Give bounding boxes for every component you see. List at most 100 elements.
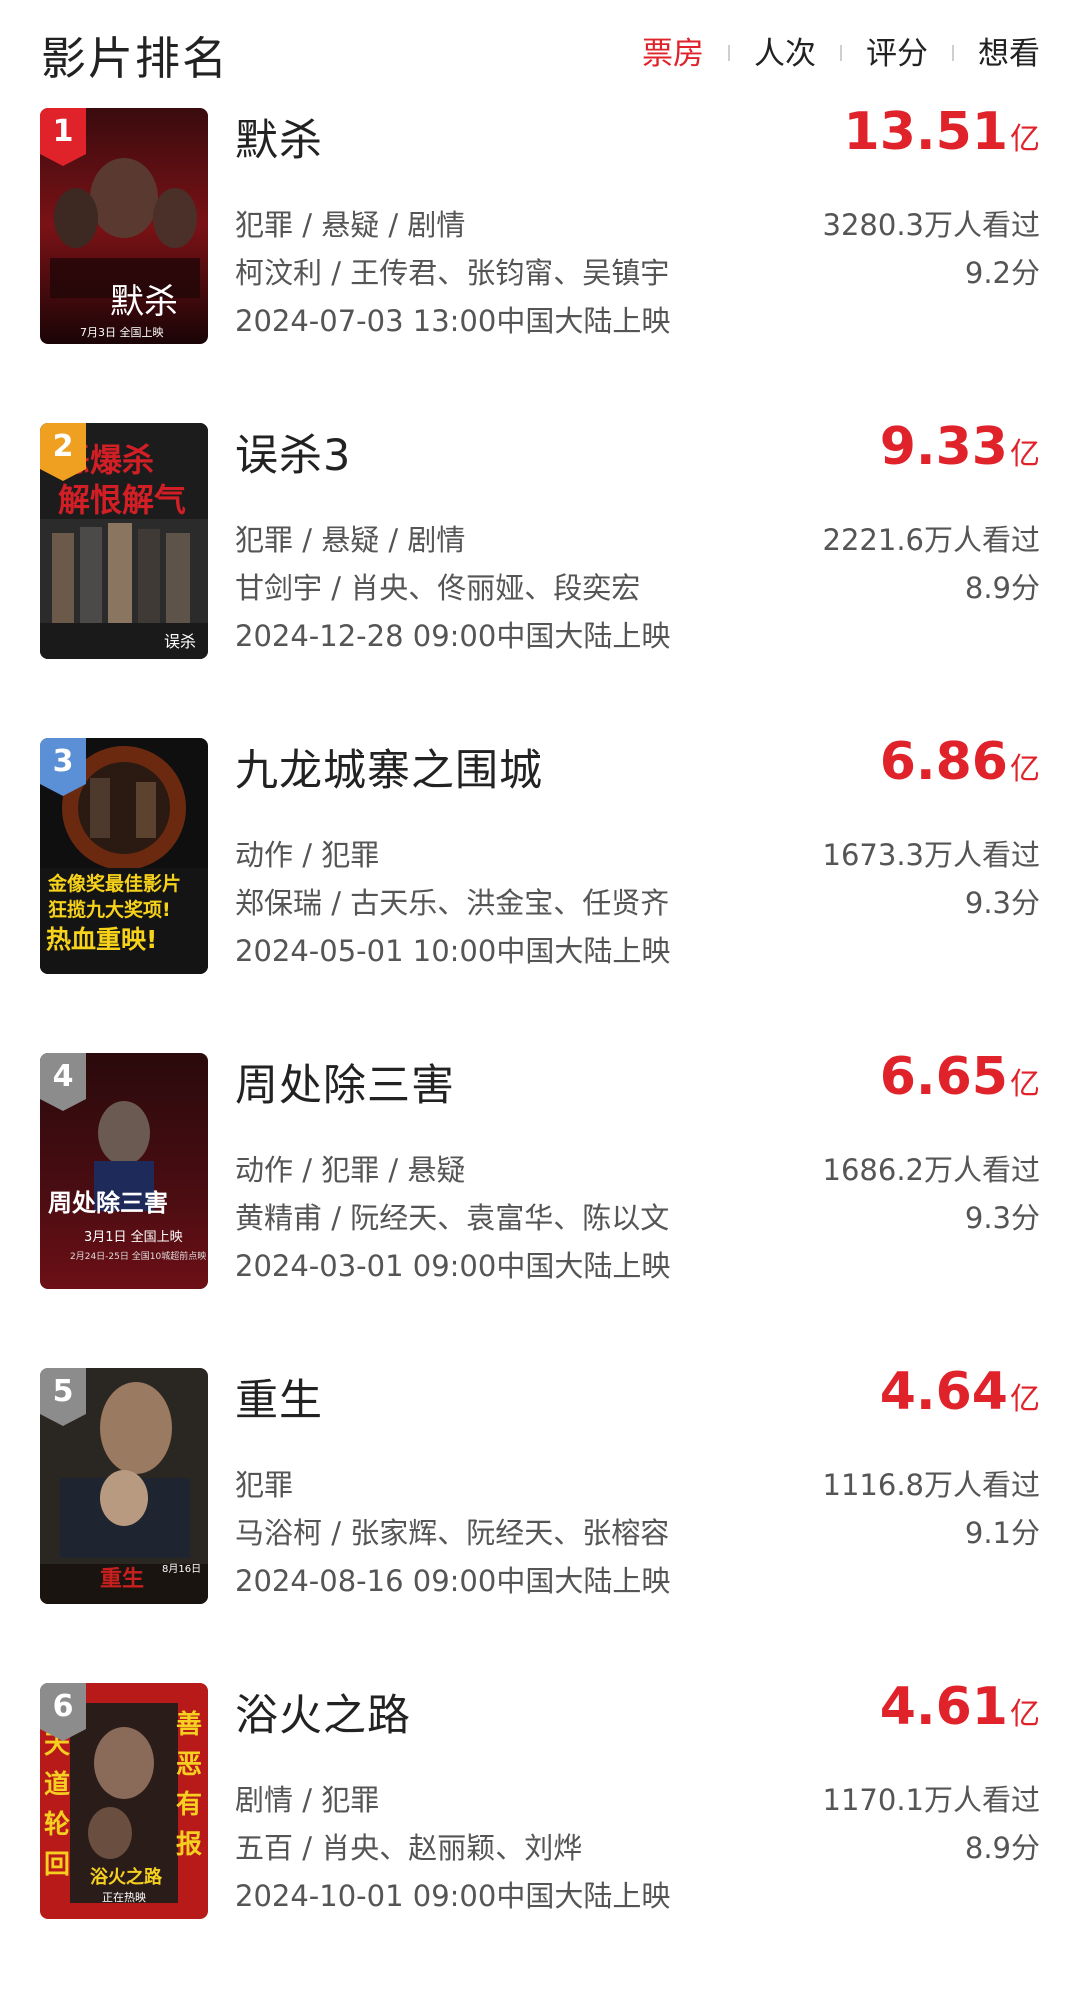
movie-people: 柯汶利 / 王传君、张钧甯、吴镇宇 bbox=[235, 256, 670, 290]
movie-title[interactable]: 周处除三害 bbox=[235, 1051, 455, 1113]
movie-people: 甘剑宇 / 肖央、佟丽娅、段奕宏 bbox=[235, 571, 641, 605]
movie-score: 8.9分 bbox=[964, 1831, 1040, 1865]
movie-release: 2024-07-03 13:00中国大陆上映 bbox=[235, 304, 671, 338]
box-office-unit: 亿 bbox=[1010, 752, 1040, 787]
sort-tabs: 票房 人次 评分 想看 bbox=[642, 28, 1040, 73]
box-office: 4.61 亿 bbox=[880, 1677, 1040, 1737]
movie-people: 马浴柯 / 张家辉、阮经天、张榕容 bbox=[235, 1516, 670, 1550]
tab-want-to-see[interactable]: 想看 bbox=[978, 28, 1040, 73]
page-title: 影片排名 bbox=[41, 32, 230, 85]
svg-text:有: 有 bbox=[176, 1790, 202, 1820]
movie-viewers: 1116.8万人看过 bbox=[822, 1468, 1040, 1502]
svg-text:周处除三害: 周处除三害 bbox=[48, 1188, 168, 1217]
rank-number: 6 bbox=[52, 1689, 74, 1724]
svg-text:解恨解气: 解恨解气 bbox=[58, 481, 186, 519]
rank-number: 4 bbox=[52, 1059, 74, 1094]
box-office-unit: 亿 bbox=[1010, 122, 1040, 157]
movie-people: 五百 / 肖央、赵丽颖、刘烨 bbox=[235, 1831, 583, 1865]
movie-genres: 犯罪 / 悬疑 / 剧情 bbox=[235, 523, 466, 557]
movie-poster[interactable]: 周处除三害 3月1日 全国上映 2月24日-25日 全国10城超前点映 4 bbox=[40, 1053, 208, 1289]
movie-viewers: 1170.1万人看过 bbox=[822, 1783, 1040, 1817]
svg-text:善: 善 bbox=[176, 1709, 202, 1740]
tab-divider bbox=[952, 44, 954, 61]
movie-viewers: 3280.3万人看过 bbox=[822, 208, 1040, 242]
box-office-value: 13.51 bbox=[843, 102, 1008, 162]
movie-score: 9.3分 bbox=[964, 886, 1040, 920]
movie-title[interactable]: 默杀 bbox=[235, 106, 323, 168]
svg-text:轮: 轮 bbox=[44, 1810, 70, 1840]
rank-number: 1 bbox=[52, 114, 74, 149]
movie-release: 2024-12-28 09:00中国大陆上映 bbox=[235, 619, 671, 653]
movie-people: 郑保瑞 / 古天乐、洪金宝、任贤齐 bbox=[235, 886, 670, 920]
movie-poster[interactable]: 金像奖最佳影片 狂揽九大奖项! 热血重映! 3 bbox=[40, 738, 208, 974]
box-office-value: 4.61 bbox=[879, 1677, 1008, 1737]
rank-number: 2 bbox=[52, 429, 74, 464]
tab-box-office[interactable]: 票房 bbox=[642, 28, 704, 73]
movie-poster[interactable]: 恶爆杀 解恨解气 误杀 2 bbox=[40, 423, 208, 659]
svg-text:8月16日: 8月16日 bbox=[162, 1563, 201, 1575]
movie-item[interactable]: 天 道 轮 回 善 恶 有 报 浴火之路 正在热映 6 浴火之路 4.61 亿 剧… bbox=[0, 1675, 1080, 1990]
movie-poster[interactable]: 默杀 7月3日 全国上映 1 bbox=[40, 108, 208, 344]
rank-number-wrap: 4 bbox=[40, 1053, 90, 1111]
movie-item[interactable]: 默杀 7月3日 全国上映 1 默杀 13.51 亿 犯罪 / 悬疑 / 剧情 柯汶… bbox=[0, 100, 1080, 415]
svg-text:重生: 重生 bbox=[100, 1566, 144, 1592]
movie-score: 9.2分 bbox=[964, 256, 1040, 290]
svg-text:狂揽九大奖项!: 狂揽九大奖项! bbox=[48, 898, 171, 921]
movie-item[interactable]: 周处除三害 3月1日 全国上映 2月24日-25日 全国10城超前点映 4 周处… bbox=[0, 1045, 1080, 1360]
movie-release: 2024-03-01 09:00中国大陆上映 bbox=[235, 1249, 671, 1283]
movie-item[interactable]: 重生 8月16日 5 重生 4.64 亿 犯罪 马浴柯 / 张家辉、阮经天、张榕容… bbox=[0, 1360, 1080, 1675]
svg-text:2月24日-25日 全国10城超前点映: 2月24日-25日 全国10城超前点映 bbox=[70, 1250, 206, 1262]
tab-divider bbox=[840, 44, 842, 61]
movie-title[interactable]: 九龙城寨之围城 bbox=[235, 736, 543, 798]
svg-text:3月1日 全国上映: 3月1日 全国上映 bbox=[84, 1229, 183, 1245]
movie-poster[interactable]: 重生 8月16日 5 bbox=[40, 1368, 208, 1604]
box-office-unit: 亿 bbox=[1010, 1067, 1040, 1102]
movie-poster[interactable]: 天 道 轮 回 善 恶 有 报 浴火之路 正在热映 6 bbox=[40, 1683, 208, 1919]
svg-text:道: 道 bbox=[44, 1769, 70, 1800]
movie-viewers: 2221.6万人看过 bbox=[822, 523, 1040, 557]
box-office: 9.33 亿 bbox=[880, 417, 1040, 477]
movie-ranking-list: 默杀 7月3日 全国上映 1 默杀 13.51 亿 犯罪 / 悬疑 / 剧情 柯汶… bbox=[0, 100, 1080, 1990]
svg-text:恶: 恶 bbox=[176, 1750, 202, 1780]
movie-viewers: 1686.2万人看过 bbox=[822, 1153, 1040, 1187]
movie-viewers: 1673.3万人看过 bbox=[822, 838, 1040, 872]
rank-number: 3 bbox=[52, 744, 74, 779]
svg-text:误杀: 误杀 bbox=[164, 632, 196, 651]
movie-genres: 犯罪 bbox=[235, 1468, 294, 1502]
movie-title[interactable]: 重生 bbox=[235, 1366, 323, 1428]
box-office-unit: 亿 bbox=[1010, 1697, 1040, 1732]
svg-text:回: 回 bbox=[44, 1850, 70, 1880]
movie-title[interactable]: 浴火之路 bbox=[235, 1681, 411, 1743]
box-office: 6.86 亿 bbox=[880, 732, 1040, 792]
movie-release: 2024-10-01 09:00中国大陆上映 bbox=[235, 1879, 671, 1913]
rank-number-wrap: 5 bbox=[40, 1368, 90, 1426]
tab-viewers[interactable]: 人次 bbox=[754, 28, 816, 73]
svg-text:默杀: 默杀 bbox=[110, 282, 178, 322]
movie-item[interactable]: 恶爆杀 解恨解气 误杀 2 误杀3 9.33 亿 犯罪 / 悬疑 / 剧情 甘剑宇… bbox=[0, 415, 1080, 730]
box-office-value: 6.65 bbox=[879, 1047, 1008, 1107]
movie-release: 2024-05-01 10:00中国大陆上映 bbox=[235, 934, 671, 968]
rank-number-wrap: 2 bbox=[40, 423, 90, 481]
box-office-value: 6.86 bbox=[879, 732, 1008, 792]
movie-title[interactable]: 误杀3 bbox=[235, 421, 351, 483]
box-office: 4.64 亿 bbox=[880, 1362, 1040, 1422]
tab-score[interactable]: 评分 bbox=[866, 28, 928, 73]
movie-release: 2024-08-16 09:00中国大陆上映 bbox=[235, 1564, 671, 1598]
page-header: 影片排名 票房 人次 评分 想看 bbox=[0, 0, 1080, 100]
svg-text:热血重映!: 热血重映! bbox=[46, 925, 157, 954]
movie-people: 黄精甫 / 阮经天、袁富华、陈以文 bbox=[235, 1201, 670, 1235]
box-office: 6.65 亿 bbox=[880, 1047, 1040, 1107]
box-office-unit: 亿 bbox=[1010, 437, 1040, 472]
rank-number-wrap: 1 bbox=[40, 108, 90, 166]
rank-number-wrap: 6 bbox=[40, 1683, 90, 1741]
box-office-value: 9.33 bbox=[879, 417, 1008, 477]
rank-number: 5 bbox=[52, 1374, 74, 1409]
box-office-value: 4.64 bbox=[879, 1362, 1008, 1422]
box-office: 13.51 亿 bbox=[844, 102, 1040, 162]
movie-score: 9.1分 bbox=[964, 1516, 1040, 1550]
movie-item[interactable]: 金像奖最佳影片 狂揽九大奖项! 热血重映! 3 九龙城寨之围城 6.86 亿 动作… bbox=[0, 730, 1080, 1045]
svg-text:金像奖最佳影片: 金像奖最佳影片 bbox=[47, 872, 181, 895]
movie-genres: 剧情 / 犯罪 bbox=[235, 1783, 380, 1817]
svg-text:报: 报 bbox=[176, 1829, 202, 1860]
movie-genres: 动作 / 犯罪 bbox=[235, 838, 380, 872]
